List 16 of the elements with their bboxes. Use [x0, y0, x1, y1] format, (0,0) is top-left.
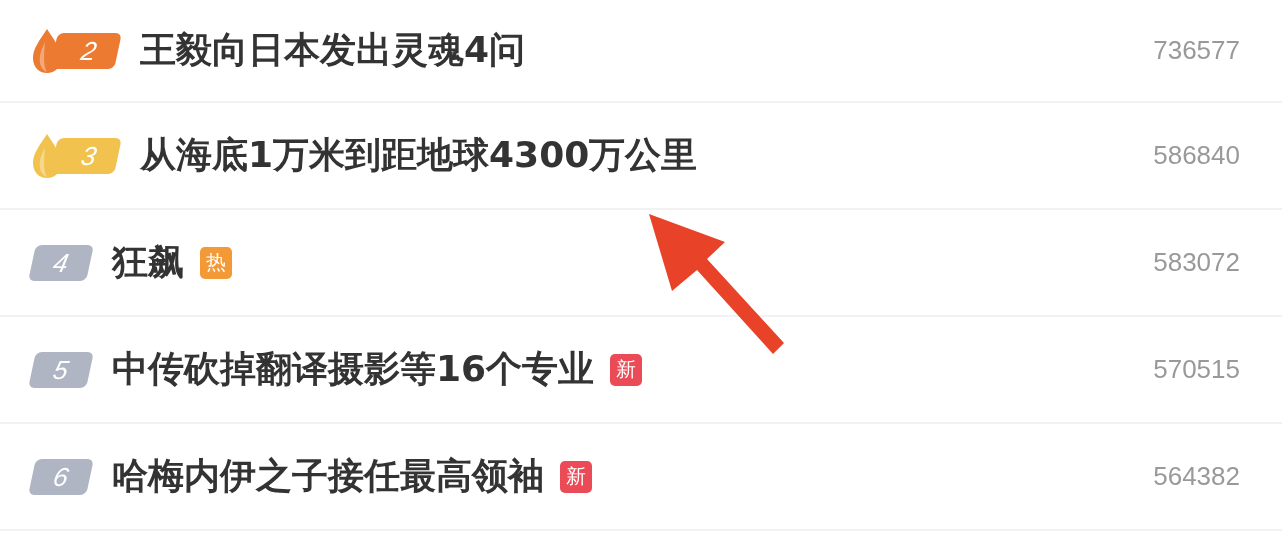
heat-count: 586840 — [1153, 140, 1240, 171]
topic-tag: 新 — [610, 353, 643, 386]
topic-title[interactable]: 狂飙 — [112, 238, 184, 287]
rank-badge: 4 — [28, 244, 94, 281]
topic-title[interactable]: 从海底1万米到距地球4300万公里 — [140, 131, 698, 180]
topic-title[interactable]: 中传砍掉翻译摄影等16个专业 — [112, 345, 595, 394]
heat-count: 564382 — [1153, 461, 1240, 492]
heat-count: 570515 — [1153, 354, 1240, 385]
heat-count: 583072 — [1153, 247, 1240, 278]
rank-badge: 6 — [28, 458, 94, 495]
topic-tag: 新 — [560, 460, 592, 493]
topic-title[interactable]: 王毅向日本发出灵魂4问 — [140, 26, 526, 75]
heat-count: 736577 — [1153, 35, 1240, 66]
rank-badge: 5 — [28, 351, 94, 388]
topic-tag: 热 — [200, 246, 232, 279]
topic-title[interactable]: 哈梅内伊之子接任最高领袖 — [112, 452, 544, 501]
